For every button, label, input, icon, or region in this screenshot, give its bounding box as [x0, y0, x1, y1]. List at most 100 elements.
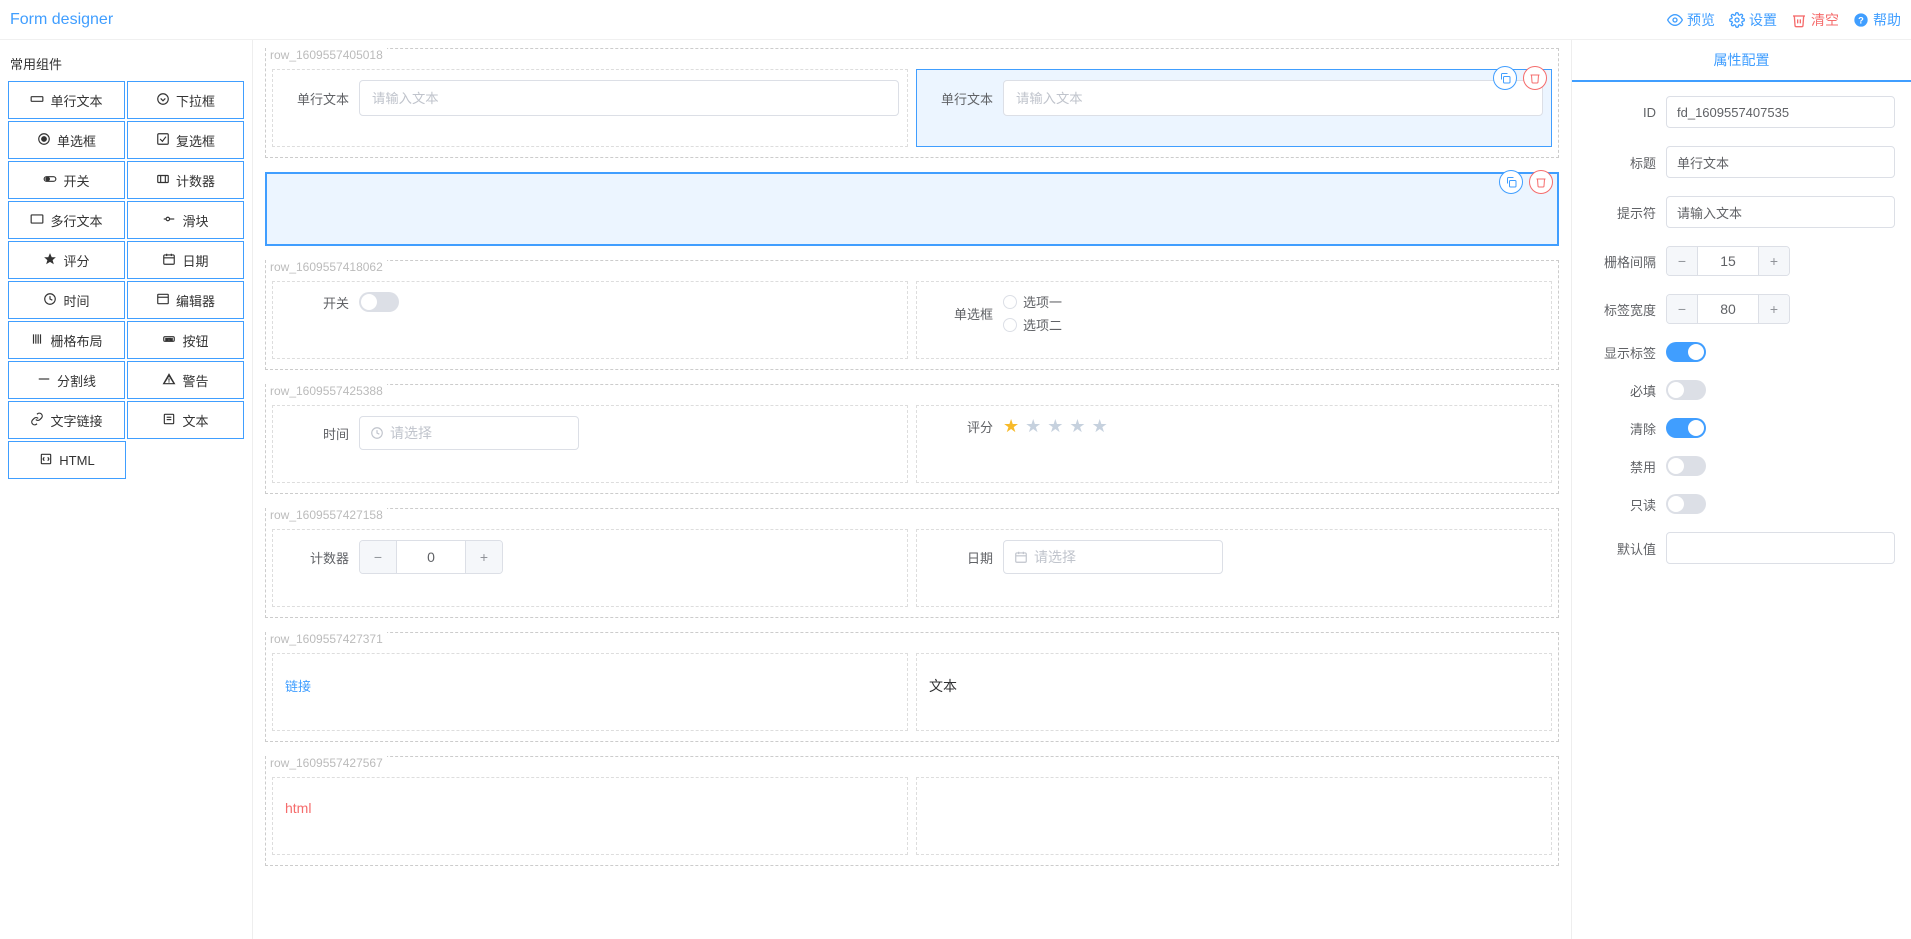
delete-button[interactable]: [1529, 170, 1553, 194]
field-label: 单行文本: [281, 89, 349, 108]
switch-control[interactable]: [359, 292, 399, 312]
top-actions: 预览 设置 清空 ? 帮助: [1667, 10, 1901, 30]
link-text[interactable]: 链接: [281, 664, 899, 699]
field-label: 日期: [925, 548, 993, 567]
palette-item-slider[interactable]: 滑块: [127, 201, 244, 239]
canvas-row[interactable]: row_1609557427567 html: [265, 756, 1559, 866]
palette-item-number[interactable]: 计数器: [127, 161, 244, 199]
preview-button[interactable]: 预览: [1667, 10, 1715, 30]
field-cell[interactable]: 时间请选择: [272, 405, 908, 483]
prop-placeholder-label: 提示符: [1588, 203, 1666, 222]
text-input[interactable]: [1003, 80, 1543, 116]
palette-item-switch[interactable]: 开关: [8, 161, 125, 199]
radio-option[interactable]: 选项一: [1003, 292, 1543, 311]
palette-item-textarea[interactable]: 多行文本: [8, 201, 125, 239]
row-id-label: row_1609557405018: [266, 48, 387, 62]
field-cell[interactable]: 日期请选择: [916, 529, 1552, 607]
copy-button[interactable]: [1493, 66, 1517, 90]
prop-readonly-switch[interactable]: [1666, 494, 1706, 514]
number-stepper[interactable]: −0+: [359, 540, 503, 574]
alert-icon: [162, 372, 176, 389]
help-button[interactable]: ? 帮助: [1853, 10, 1901, 30]
star-icon[interactable]: ★: [1003, 416, 1019, 437]
settings-button[interactable]: 设置: [1729, 10, 1777, 30]
time-picker[interactable]: 请选择: [359, 416, 579, 450]
field-label: 计数器: [281, 548, 349, 567]
rate-control[interactable]: ★ ★ ★ ★ ★: [1003, 416, 1543, 437]
selected-empty-row[interactable]: [265, 172, 1559, 246]
plus-icon[interactable]: +: [1759, 247, 1789, 275]
palette-item-rate[interactable]: 评分: [8, 241, 125, 279]
row-id-label: row_1609557427567: [266, 756, 387, 770]
palette-item-button[interactable]: BTN按钮: [127, 321, 244, 359]
palette-item-select[interactable]: 下拉框: [127, 81, 244, 119]
star-icon[interactable]: ★: [1069, 416, 1085, 437]
prop-title-input[interactable]: [1666, 146, 1895, 178]
time-icon: [43, 292, 57, 309]
trash-icon: [1791, 12, 1807, 28]
canvas-row[interactable]: row_1609557405018 单行文本 单行文本: [265, 48, 1559, 158]
field-cell[interactable]: 开关: [272, 281, 908, 359]
field-cell[interactable]: 计数器 −0+: [272, 529, 908, 607]
plus-icon[interactable]: +: [466, 541, 502, 573]
prop-clearable-switch[interactable]: [1666, 418, 1706, 438]
prop-labelwidth-stepper[interactable]: −80+: [1666, 294, 1790, 324]
field-cell[interactable]: html: [272, 777, 908, 855]
field-cell[interactable]: 单行文本: [916, 69, 1552, 147]
field-cell[interactable]: 单选框选项一选项二: [916, 281, 1552, 359]
design-canvas[interactable]: row_1609557405018 单行文本 单行文本 row_16095574…: [253, 40, 1571, 939]
palette-item-link[interactable]: 文字链接: [8, 401, 125, 439]
field-cell[interactable]: 单行文本: [272, 69, 908, 147]
palette-item-time[interactable]: 时间: [8, 281, 125, 319]
prop-default-input[interactable]: [1666, 532, 1895, 564]
gear-icon: [1729, 12, 1745, 28]
text-icon: [162, 412, 176, 429]
row-id-label: row_1609557425388: [266, 384, 387, 398]
canvas-row[interactable]: row_1609557418062 开关单选框选项一选项二: [265, 260, 1559, 370]
palette-item-date[interactable]: 日期: [127, 241, 244, 279]
radio-option[interactable]: 选项二: [1003, 315, 1543, 334]
prop-labelwidth-label: 标签宽度: [1588, 300, 1666, 319]
field-cell[interactable]: [916, 777, 1552, 855]
palette-item-alert[interactable]: 警告: [127, 361, 244, 399]
star-icon[interactable]: ★: [1047, 416, 1063, 437]
copy-button[interactable]: [1499, 170, 1523, 194]
field-cell[interactable]: 评分★★★★★: [916, 405, 1552, 483]
prop-placeholder-input[interactable]: [1666, 196, 1895, 228]
help-icon: ?: [1853, 12, 1869, 28]
plus-icon[interactable]: +: [1759, 295, 1789, 323]
prop-required-switch[interactable]: [1666, 380, 1706, 400]
delete-button[interactable]: [1523, 66, 1547, 90]
palette-item-editor[interactable]: 编辑器: [127, 281, 244, 319]
svg-text:BTN: BTN: [166, 337, 173, 341]
field-label: 时间: [281, 424, 349, 443]
minus-icon[interactable]: −: [1667, 295, 1697, 323]
prop-gutter-stepper[interactable]: −15+: [1666, 246, 1790, 276]
field-cell[interactable]: 链接: [272, 653, 908, 731]
palette-item-grid[interactable]: 栅格布局: [8, 321, 125, 359]
palette-item-html[interactable]: HTML: [8, 441, 126, 479]
text-input[interactable]: [359, 80, 899, 116]
date-picker[interactable]: 请选择: [1003, 540, 1223, 574]
palette-item-input[interactable]: 单行文本: [8, 81, 125, 119]
palette-item-divider[interactable]: 分割线: [8, 361, 125, 399]
minus-icon[interactable]: −: [1667, 247, 1697, 275]
field-cell[interactable]: 文本: [916, 653, 1552, 731]
star-icon[interactable]: ★: [1025, 416, 1041, 437]
props-tab[interactable]: 属性配置: [1572, 40, 1911, 82]
clear-button[interactable]: 清空: [1791, 10, 1839, 30]
minus-icon[interactable]: −: [360, 541, 396, 573]
prop-disabled-label: 禁用: [1588, 457, 1666, 476]
prop-id-input[interactable]: [1666, 96, 1895, 128]
canvas-row[interactable]: row_1609557427158 计数器−0+日期请选择: [265, 508, 1559, 618]
palette-item-radio[interactable]: 单选框: [8, 121, 125, 159]
link-icon: [30, 412, 44, 429]
palette-item-checkbox[interactable]: 复选框: [127, 121, 244, 159]
prop-disabled-switch[interactable]: [1666, 456, 1706, 476]
prop-showlabel-switch[interactable]: [1666, 342, 1706, 362]
canvas-row[interactable]: row_1609557427371 链接文本: [265, 632, 1559, 742]
palette-item-text[interactable]: 文本: [127, 401, 244, 439]
switch-icon: [43, 172, 57, 189]
star-icon[interactable]: ★: [1092, 416, 1108, 437]
canvas-row[interactable]: row_1609557425388 时间请选择评分★★★★★: [265, 384, 1559, 494]
